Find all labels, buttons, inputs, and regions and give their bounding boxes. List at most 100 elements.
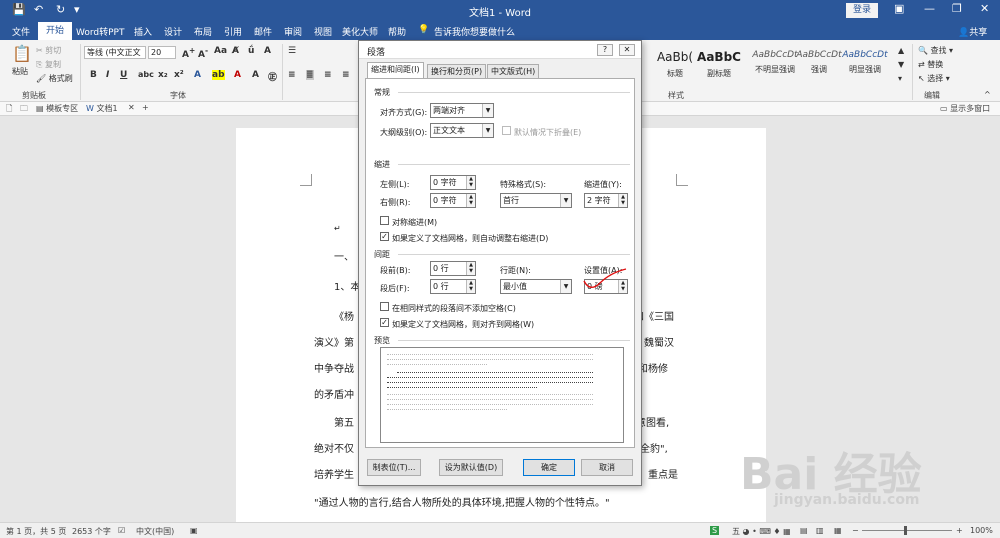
- tab-beautify[interactable]: 美化大师: [342, 25, 378, 38]
- right-indent-spinner[interactable]: 0 字符 ▲ ▼: [430, 193, 476, 208]
- select-button[interactable]: ↖ 选择 ▾: [918, 73, 950, 84]
- space-before-spinner[interactable]: 0 行 ▲ ▼: [430, 261, 476, 276]
- superscript-icon[interactable]: x²: [174, 70, 184, 80]
- no-space-checkbox[interactable]: [380, 302, 389, 311]
- highlight-icon[interactable]: ab: [212, 70, 225, 80]
- zoom-in-icon[interactable]: +: [956, 526, 963, 535]
- copy-button[interactable]: ⎘ 复制: [36, 59, 61, 70]
- tab-mailings[interactable]: 邮件: [254, 25, 272, 38]
- paste-button[interactable]: 粘贴: [12, 66, 28, 77]
- doc-tab[interactable]: W 文档1: [86, 103, 118, 114]
- mirror-indent-checkbox[interactable]: [380, 216, 389, 225]
- auto-right-indent-checkbox[interactable]: ✓: [380, 232, 389, 241]
- tell-me-search[interactable]: 告诉我你想要做什么: [434, 25, 515, 38]
- spinner-arrows-icon[interactable]: ▲ ▼: [618, 194, 627, 207]
- left-indent-spinner[interactable]: 0 字符 ▲ ▼: [430, 175, 476, 190]
- tab-line-page-breaks[interactable]: 换行和分页(P): [427, 64, 487, 79]
- grow-font-icon[interactable]: A+: [182, 46, 195, 60]
- space-after-spinner[interactable]: 0 行 ▲ ▼: [430, 279, 476, 294]
- ime-tray-icons[interactable]: 五 ◕ • ⌨ ♦ ▦: [732, 526, 791, 537]
- find-button[interactable]: 🔍 查找 ▾: [918, 45, 953, 56]
- multi-window-button[interactable]: ▭ 显示多窗口: [940, 103, 990, 114]
- paste-icon[interactable]: 📋: [12, 44, 32, 63]
- proofing-icon[interactable]: ☑: [118, 526, 125, 535]
- align-right-icon[interactable]: ≡: [342, 70, 350, 80]
- replace-button[interactable]: ⇄ 替换: [918, 59, 943, 70]
- minimize-icon[interactable]: —: [924, 2, 935, 15]
- align-center-icon[interactable]: ≡: [324, 70, 332, 80]
- enclose-char-icon[interactable]: ㊣: [268, 70, 277, 83]
- underline-icon[interactable]: U: [120, 70, 127, 80]
- styles-more-icon[interactable]: ▾: [898, 74, 902, 83]
- dialog-title-bar[interactable]: 段落 ? ✕: [359, 41, 641, 59]
- read-mode-icon[interactable]: ▤: [800, 526, 808, 535]
- char-shading-icon[interactable]: A: [252, 70, 259, 80]
- print-layout-icon[interactable]: ▥: [816, 526, 824, 535]
- format-painter-button[interactable]: 🖌 格式刷: [36, 73, 73, 84]
- zoom-level[interactable]: 100%: [970, 526, 993, 535]
- language[interactable]: 中文(中国): [136, 526, 174, 537]
- dialog-close-button[interactable]: ✕: [619, 44, 635, 56]
- spinner-arrows-icon[interactable]: ▲ ▼: [466, 176, 475, 189]
- login-button[interactable]: 登录: [846, 3, 878, 18]
- macro-icon[interactable]: ▣: [190, 526, 198, 535]
- indent-value-spinner[interactable]: 2 字符 ▲ ▼: [584, 193, 628, 208]
- styles-scroll-down-icon[interactable]: ▼: [898, 60, 904, 69]
- tab-design[interactable]: 设计: [164, 25, 182, 38]
- bold-icon[interactable]: B: [90, 70, 97, 80]
- dialog-help-button[interactable]: ?: [597, 44, 613, 56]
- zoom-out-icon[interactable]: −: [852, 526, 859, 535]
- text-effect-icon[interactable]: A: [194, 70, 201, 80]
- ok-button[interactable]: 确定: [523, 459, 575, 476]
- tab-insert[interactable]: 插入: [134, 25, 152, 38]
- tab-help[interactable]: 帮助: [388, 25, 406, 38]
- word-count[interactable]: 2653 个字: [72, 526, 111, 537]
- tab-references[interactable]: 引用: [224, 25, 242, 38]
- web-layout-icon[interactable]: ▦: [834, 526, 842, 535]
- font-color-icon[interactable]: A: [234, 70, 241, 80]
- tab-view[interactable]: 视图: [314, 25, 332, 38]
- outline-level-select[interactable]: 正文文本 ▼: [430, 123, 494, 138]
- clear-format-icon[interactable]: A̸: [232, 46, 239, 56]
- templates-tab[interactable]: ▤ 模板专区: [36, 103, 78, 114]
- tab-layout[interactable]: 布局: [194, 25, 212, 38]
- close-window-icon[interactable]: ✕: [980, 2, 989, 15]
- snap-grid-checkbox[interactable]: ✓: [380, 318, 389, 327]
- tab-review[interactable]: 审阅: [284, 25, 302, 38]
- page-count[interactable]: 第 1 页，共 5 页: [6, 526, 66, 537]
- styles-scroll-up-icon[interactable]: ▲: [898, 46, 904, 55]
- tab-indents-spacing[interactable]: 缩进和间距(I): [367, 62, 424, 79]
- justify-icon[interactable]: ≣: [306, 70, 314, 80]
- line-spacing-select[interactable]: 最小值 ▼: [500, 279, 572, 294]
- tab-file[interactable]: 文件: [12, 25, 30, 38]
- cut-button[interactable]: ✂ 剪切: [36, 45, 61, 56]
- new-doc-icon[interactable]: 🗋: [6, 103, 12, 117]
- add-tab-icon[interactable]: +: [142, 103, 149, 112]
- bullets-icon[interactable]: ☰: [288, 46, 296, 56]
- font-name-combo[interactable]: 等线 (中文正文: [84, 46, 146, 59]
- char-border-icon[interactable]: A: [264, 46, 271, 56]
- subscript-icon[interactable]: x₂: [158, 70, 168, 80]
- spinner-arrows-icon[interactable]: ▲ ▼: [466, 280, 475, 293]
- cancel-button[interactable]: 取消: [581, 459, 633, 476]
- ribbon-display-icon[interactable]: ▣: [894, 2, 904, 15]
- tabs-button[interactable]: 制表位(T)...: [367, 459, 421, 476]
- zoom-slider-thumb[interactable]: [904, 526, 907, 535]
- spinner-arrows-icon[interactable]: ▲ ▼: [466, 262, 475, 275]
- shrink-font-icon[interactable]: A-: [198, 46, 208, 60]
- style-subtitle[interactable]: AaBbC 副标题: [690, 44, 748, 84]
- strikethrough-icon[interactable]: abc: [138, 70, 154, 79]
- collapse-ribbon-icon[interactable]: ^: [984, 90, 991, 99]
- italic-icon[interactable]: I: [106, 70, 109, 80]
- special-format-select[interactable]: 首行 ▼: [500, 193, 572, 208]
- collapse-checkbox[interactable]: [502, 126, 511, 135]
- font-size-combo[interactable]: 20: [148, 46, 176, 59]
- tab-word-to-ppt[interactable]: Word转PPT: [76, 25, 125, 38]
- zoom-slider[interactable]: [862, 530, 952, 531]
- phonetic-icon[interactable]: ǘ: [248, 46, 254, 56]
- set-default-button[interactable]: 设为默认值(D): [439, 459, 503, 476]
- tab-home[interactable]: 开始: [38, 22, 73, 40]
- style-intense-emphasis[interactable]: AaBbCcDt 明显强调: [836, 44, 894, 84]
- alignment-select[interactable]: 两端对齐 ▼: [430, 103, 494, 118]
- restore-icon[interactable]: ❐: [952, 2, 962, 15]
